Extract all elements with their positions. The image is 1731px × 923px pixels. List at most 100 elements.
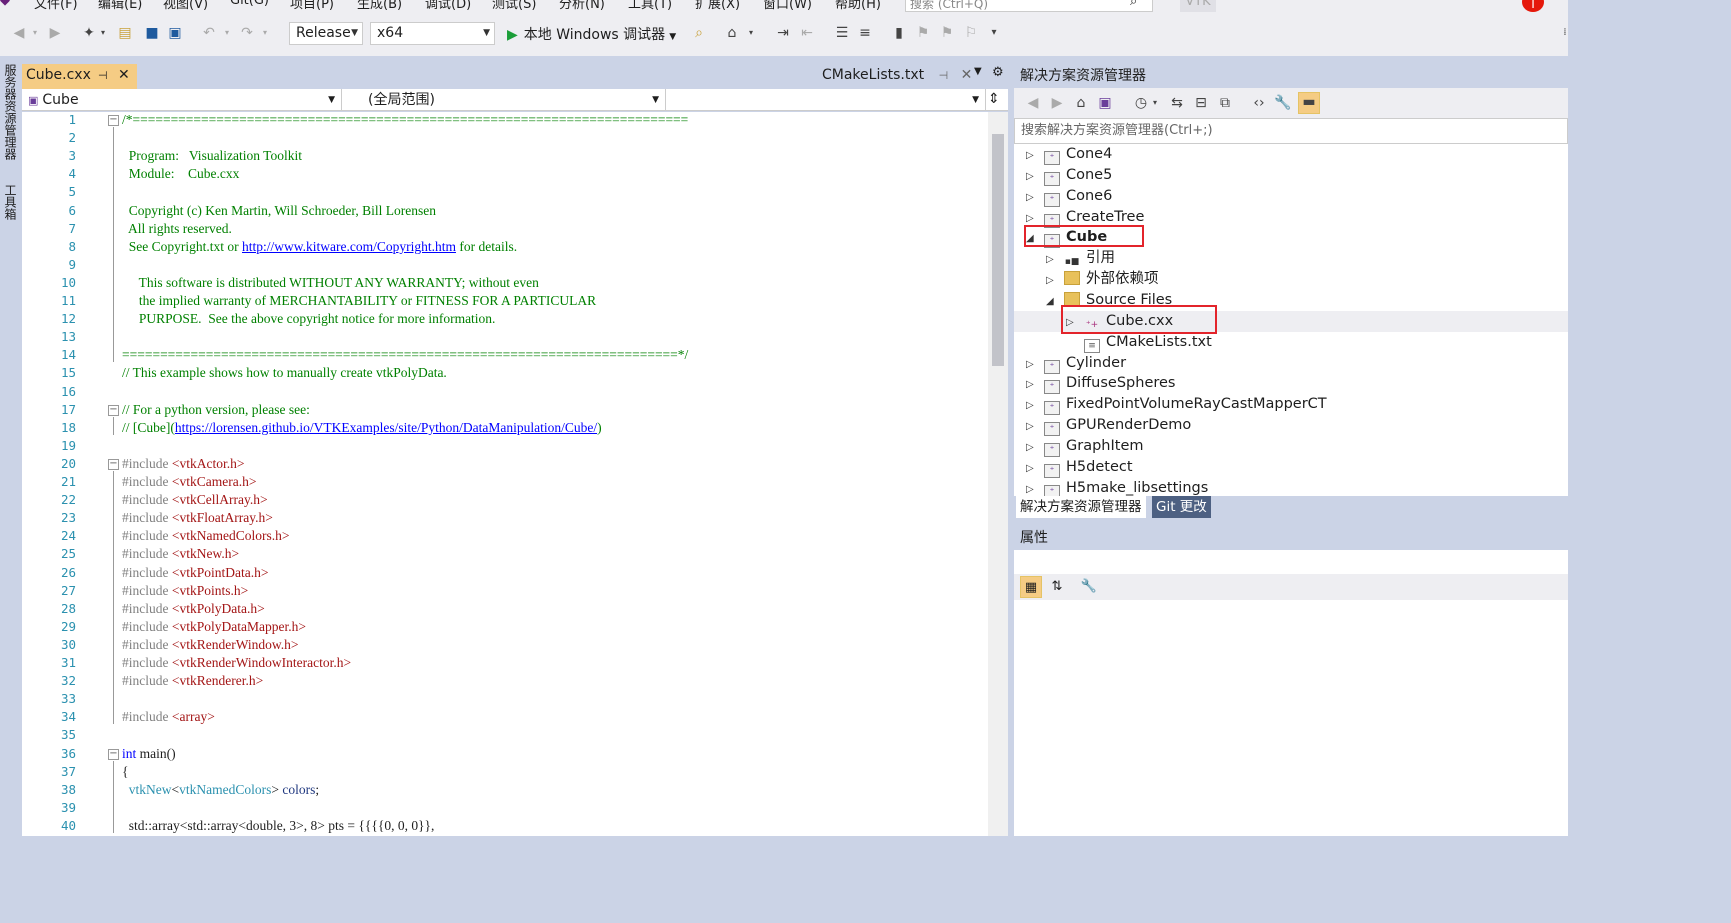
tab-cube-cxx[interactable]: Cube.cxx ⊣ ✕	[22, 64, 137, 89]
categorized-icon[interactable]: ▦	[1020, 576, 1042, 598]
expand-arrow-icon[interactable]: ▷	[1026, 416, 1044, 437]
preview-selected-icon[interactable]: ▬	[1298, 92, 1320, 114]
menu-analyze[interactable]: 分析(N)	[559, 0, 605, 12]
undo-icon[interactable]: ↶	[200, 24, 218, 42]
menu-tools[interactable]: 工具(T)	[628, 0, 672, 12]
tree-item[interactable]: ▷ ⁺ H5detect	[1026, 457, 1133, 478]
menu-file[interactable]: 文件(F)	[34, 0, 78, 12]
tree-item[interactable]: ▷ 外部依赖项	[1046, 269, 1159, 290]
expand-arrow-icon[interactable]: ▷	[1046, 249, 1064, 270]
tree-item[interactable]: ▷ ⁺ DiffuseSpheres	[1026, 373, 1176, 395]
menu-project[interactable]: 项目(P)	[290, 0, 334, 12]
bookmark-icon[interactable]: ▮	[890, 24, 908, 42]
tree-item[interactable]: ▷ ⁺ FixedPointVolumeRayCastMapperCT	[1026, 394, 1327, 416]
search-input[interactable]: 搜索 (Ctrl+Q)	[905, 0, 1153, 12]
fold-toggle-icon[interactable]: −	[108, 404, 119, 416]
browser-icon[interactable]: ⌂	[723, 24, 741, 42]
vs-logo-icon[interactable]: ◆	[0, 0, 10, 8]
next-bookmark-icon[interactable]: ⚑	[938, 24, 956, 42]
close-icon[interactable]: ✕	[961, 67, 973, 83]
alphabetical-icon[interactable]: ⇅	[1046, 576, 1068, 598]
menu-help[interactable]: 帮助(H)	[835, 0, 881, 12]
menu-test[interactable]: 测试(S)	[492, 0, 536, 12]
open-file-icon[interactable]: ▤	[116, 24, 134, 42]
toolbar-overflow-icon[interactable]: ⁞	[1556, 24, 1574, 42]
expand-arrow-icon[interactable]: ▷	[1026, 187, 1044, 208]
switch-views-icon[interactable]: ▣	[1096, 94, 1114, 112]
expand-arrow-icon[interactable]: ▷	[1026, 395, 1044, 416]
tree-item[interactable]: ▷ ⁺ GraphItem	[1026, 436, 1143, 457]
back-icon[interactable]: ◀	[10, 24, 28, 42]
forward-icon[interactable]: ▶	[1048, 94, 1066, 112]
menu-edit[interactable]: 编辑(E)	[98, 0, 142, 12]
prev-bookmark-icon[interactable]: ⚑	[914, 24, 932, 42]
gear-icon[interactable]: ⚙	[992, 65, 1004, 80]
back-icon[interactable]: ◀	[1024, 94, 1042, 112]
menu-build[interactable]: 生成(B)	[357, 0, 402, 12]
wrench-icon[interactable]: 🔧	[1274, 94, 1292, 112]
pending-changes-icon[interactable]: ◷	[1132, 94, 1150, 112]
redo-dropdown-icon[interactable]: ▾	[260, 24, 270, 42]
project-dropdown[interactable]: ▣ Cube ▼	[22, 89, 342, 111]
split-window-icon[interactable]: ⇕	[988, 91, 1000, 107]
forward-icon[interactable]: ▶	[46, 24, 64, 42]
browser-dropdown-icon[interactable]: ▾	[746, 24, 756, 42]
property-pages-icon[interactable]: 🔧	[1078, 576, 1100, 598]
new-project-icon[interactable]: ✦	[80, 24, 98, 42]
avatar[interactable]: T	[1522, 0, 1544, 12]
toolbox-tab[interactable]: 工具箱	[2, 184, 19, 220]
pending-dropdown-icon[interactable]: ▾	[1150, 94, 1160, 112]
expand-arrow-icon[interactable]: ▷	[1026, 354, 1044, 375]
back-dropdown-icon[interactable]: ▾	[30, 24, 40, 42]
find-in-files-icon[interactable]: ⌕	[690, 24, 708, 42]
expand-arrow-icon[interactable]: ▷	[1046, 270, 1064, 291]
vertical-scrollbar[interactable]	[988, 112, 1008, 836]
tab-cmakelists[interactable]: CMakeLists.txt ⊣ ✕	[822, 64, 972, 89]
config-select[interactable]: Release ▼	[289, 22, 363, 45]
scope-dropdown[interactable]: (全局范围) ▼	[344, 89, 666, 111]
expand-arrow-icon[interactable]: ▷	[1026, 166, 1044, 187]
tree-item[interactable]: ▷ ⁺ Cone5	[1026, 165, 1112, 186]
code-editor[interactable]: 1 2 3 4 5 6 7 8 9 10 11 12 13 14 15 16 17 18 19 20 21 22 23 24 2…	[22, 112, 988, 836]
tree-item[interactable]: ▷ ⁺ Cone4	[1026, 144, 1112, 165]
tree-item[interactable]: ▷ ⁺ CreateTree	[1026, 207, 1144, 228]
fold-toggle-icon[interactable]: −	[108, 115, 119, 126]
tree-item[interactable]: ▷ ⁺ Cylinder	[1026, 353, 1126, 374]
collapse-all-icon[interactable]: ⊟	[1192, 94, 1210, 112]
step-over-icon[interactable]: ⇤	[798, 24, 816, 42]
tab-list-dropdown-icon[interactable]: ▼	[974, 66, 982, 77]
fold-toggle-icon[interactable]: −	[108, 748, 119, 760]
menu-view[interactable]: 视图(V)	[163, 0, 208, 12]
uncomment-lines-icon[interactable]: ≡	[856, 24, 874, 42]
tree-item[interactable]: ▷ ⁺ Cone6	[1026, 186, 1112, 207]
expand-arrow-icon[interactable]: ▷	[1026, 437, 1044, 458]
undo-dropdown-icon[interactable]: ▾	[222, 24, 232, 42]
expand-arrow-icon[interactable]: ▷	[1026, 374, 1044, 395]
platform-select[interactable]: x64 ▼	[370, 22, 495, 45]
sync-icon[interactable]: ⇆	[1168, 94, 1186, 112]
home-icon[interactable]: ⌂	[1072, 94, 1090, 112]
scrollbar-thumb[interactable]	[992, 134, 1004, 366]
new-dropdown-icon[interactable]: ▾	[98, 24, 108, 42]
redo-icon[interactable]: ↷	[238, 24, 256, 42]
menu-extensions[interactable]: 扩展(X)	[695, 0, 740, 12]
tab-solution-explorer[interactable]: 解决方案资源管理器	[1016, 496, 1146, 518]
tree-item[interactable]: ▷ ⁺ GPURenderDemo	[1026, 415, 1191, 437]
pin-icon[interactable]: ⊣	[98, 64, 108, 87]
pin-icon[interactable]: ⊣	[939, 69, 949, 82]
step-icon[interactable]: ⇥	[774, 24, 792, 42]
tree-item[interactable]: ≡ CMakeLists.txt	[1066, 332, 1212, 353]
tab-git-changes[interactable]: Git 更改	[1152, 496, 1211, 518]
tree-item[interactable]: ▷ ▪■ 引用	[1046, 248, 1115, 269]
show-all-files-icon[interactable]: ⧉	[1216, 94, 1234, 112]
expand-arrow-icon[interactable]: ▷	[1026, 479, 1044, 496]
save-icon[interactable]: ■	[143, 24, 161, 42]
view-code-icon[interactable]: ‹›	[1250, 94, 1268, 112]
expand-arrow-icon[interactable]: ▷	[1026, 145, 1044, 166]
menu-window[interactable]: 窗口(W)	[763, 0, 812, 12]
close-icon[interactable]: ✕	[118, 64, 130, 87]
start-debugging-button[interactable]: ▶ 本地 Windows 调试器 ▼	[507, 24, 676, 44]
expand-arrow-icon[interactable]: ▷	[1026, 458, 1044, 479]
save-all-icon[interactable]: ▣	[166, 24, 184, 42]
menu-debug[interactable]: 调试(D)	[425, 0, 471, 12]
